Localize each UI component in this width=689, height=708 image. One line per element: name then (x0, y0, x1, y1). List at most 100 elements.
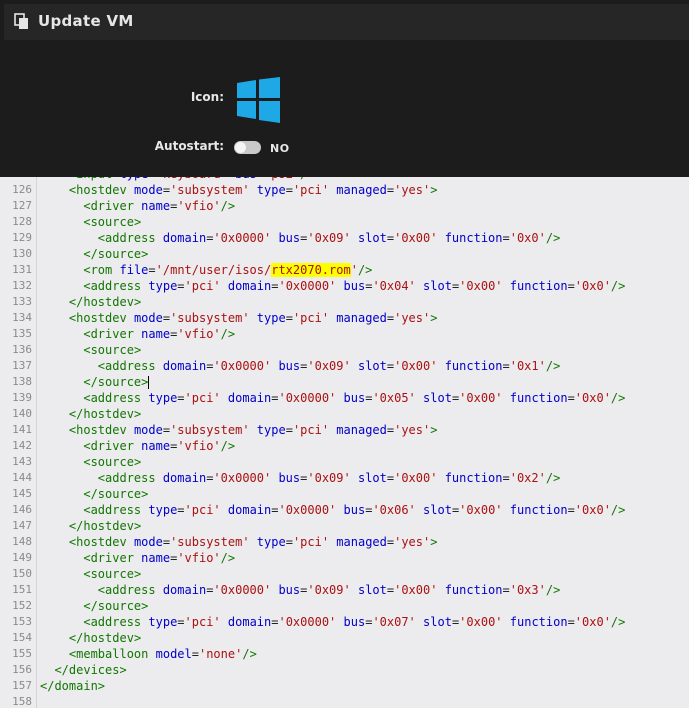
code-text: <address domain='0x0000' bus='0x09' slot… (97, 471, 561, 485)
code-line[interactable]: 140 </hostdev> (0, 406, 689, 422)
code-line[interactable]: 135 <driver name='vfio'/> (0, 326, 689, 342)
code-line[interactable]: 158 (0, 694, 689, 708)
code-text: <source> (83, 455, 142, 469)
line-number: 141 (12, 423, 32, 436)
code-line[interactable]: 143 <source> (0, 454, 689, 470)
code-text: <hostdev mode='subsystem' type='pci' man… (68, 535, 438, 549)
autostart-label: Autostart: (154, 139, 224, 153)
line-number: 136 (12, 343, 32, 356)
line-number: 146 (12, 503, 32, 516)
code-text: <address domain='0x0000' bus='0x09' slot… (97, 583, 561, 597)
windows-logo-icon[interactable] (237, 77, 280, 123)
code-line[interactable]: 154 </hostdev> (0, 630, 689, 646)
line-number: 137 (12, 359, 32, 372)
code-text: <driver name='vfio'/> (83, 199, 236, 213)
code-text: <rom file='/mnt/user/isos/rtx2070.rom'/> (83, 263, 373, 277)
code-text: <address type='pci' domain='0x0000' bus=… (83, 615, 626, 629)
code-line[interactable]: 141 <hostdev mode='subsystem' type='pci'… (0, 422, 689, 438)
code-text: </source> (83, 247, 149, 261)
line-number: 132 (12, 279, 32, 292)
code-lines: 125 <input type='keyboard' bus='ps2'/>12… (0, 177, 689, 708)
line-number: 128 (12, 215, 32, 228)
line-number: 129 (12, 231, 32, 244)
code-text: <address domain='0x0000' bus='0x09' slot… (97, 359, 561, 373)
code-line[interactable]: 156 </devices> (0, 662, 689, 678)
code-text: <driver name='vfio'/> (83, 439, 236, 453)
code-line[interactable]: 128 <source> (0, 214, 689, 230)
code-text: <hostdev mode='subsystem' type='pci' man… (68, 311, 438, 325)
code-line[interactable]: 144 <address domain='0x0000' bus='0x09' … (0, 470, 689, 486)
line-number: 156 (12, 663, 32, 676)
code-line[interactable]: 132 <address type='pci' domain='0x0000' … (0, 278, 689, 294)
line-number: 131 (12, 263, 32, 276)
code-text: <driver name='vfio'/> (83, 327, 236, 341)
code-line[interactable]: 134 <hostdev mode='subsystem' type='pci'… (0, 310, 689, 326)
code-text: <hostdev mode='subsystem' type='pci' man… (68, 423, 438, 437)
code-text: <hostdev mode='subsystem' type='pci' man… (68, 183, 438, 197)
line-number: 148 (12, 535, 32, 548)
code-line[interactable]: 137 <address domain='0x0000' bus='0x09' … (0, 358, 689, 374)
code-line[interactable]: 131 <rom file='/mnt/user/isos/rtx2070.ro… (0, 262, 689, 278)
code-text: </source> (83, 487, 149, 501)
code-text: </hostdev> (68, 631, 142, 645)
line-number: 126 (12, 183, 32, 196)
vm-settings-panel: Icon: Autostart: NO (4, 40, 689, 177)
line-number: 134 (12, 311, 32, 324)
code-text: <address type='pci' domain='0x0000' bus=… (83, 391, 626, 405)
code-text: <source> (83, 343, 142, 357)
code-text: </source> (83, 375, 150, 389)
line-number: 143 (12, 455, 32, 468)
line-number: 152 (12, 599, 32, 612)
code-line[interactable]: 142 <driver name='vfio'/> (0, 438, 689, 454)
code-text: <memballoon model='none'/> (68, 647, 257, 661)
code-line[interactable]: 147 </hostdev> (0, 518, 689, 534)
code-line[interactable]: 152 </source> (0, 598, 689, 614)
autostart-toggle[interactable] (234, 141, 261, 154)
code-text: </devices> (54, 663, 127, 677)
code-text: </hostdev> (68, 519, 142, 533)
line-number: 158 (12, 695, 32, 708)
line-number: 130 (12, 247, 32, 260)
code-text: <address type='pci' domain='0x0000' bus=… (83, 503, 626, 517)
code-line[interactable]: 157 </domain> (0, 678, 689, 694)
line-number: 127 (12, 199, 32, 212)
line-number: 144 (12, 471, 32, 484)
code-line[interactable]: 151 <address domain='0x0000' bus='0x09' … (0, 582, 689, 598)
code-line[interactable]: 133 </hostdev> (0, 294, 689, 310)
code-line[interactable]: 149 <driver name='vfio'/> (0, 550, 689, 566)
code-text: </hostdev> (68, 295, 142, 309)
line-number: 154 (12, 631, 32, 644)
line-number: 133 (12, 295, 32, 308)
line-number: 139 (12, 391, 32, 404)
code-line[interactable]: 126 <hostdev mode='subsystem' type='pci'… (0, 182, 689, 198)
xml-code-editor[interactable]: 125 <input type='keyboard' bus='ps2'/>12… (0, 177, 689, 708)
code-line[interactable]: 155 <memballoon model='none'/> (0, 646, 689, 662)
line-number: 151 (12, 583, 32, 596)
line-number: 135 (12, 327, 32, 340)
code-text: <address domain='0x0000' bus='0x09' slot… (97, 231, 561, 245)
code-line[interactable]: 153 <address type='pci' domain='0x0000' … (0, 614, 689, 630)
code-line[interactable]: 138 </source> (0, 374, 689, 390)
copy-icon (14, 13, 28, 29)
line-number: 145 (12, 487, 32, 500)
line-number: 150 (12, 567, 32, 580)
line-number: 153 (12, 615, 32, 628)
toggle-knob (235, 142, 246, 153)
window-header: Update VM (4, 4, 689, 40)
code-line[interactable]: 150 <source> (0, 566, 689, 582)
code-line[interactable]: 139 <address type='pci' domain='0x0000' … (0, 390, 689, 406)
code-text: </hostdev> (68, 407, 142, 421)
code-text: <source> (83, 215, 142, 229)
code-line[interactable]: 148 <hostdev mode='subsystem' type='pci'… (0, 534, 689, 550)
code-line[interactable]: 145 </source> (0, 486, 689, 502)
code-text: </source> (83, 599, 149, 613)
text-cursor (148, 376, 150, 389)
code-line[interactable]: 127 <driver name='vfio'/> (0, 198, 689, 214)
code-line[interactable]: 136 <source> (0, 342, 689, 358)
code-line[interactable]: 129 <address domain='0x0000' bus='0x09' … (0, 230, 689, 246)
code-line[interactable]: 146 <address type='pci' domain='0x0000' … (0, 502, 689, 518)
line-number: 149 (12, 551, 32, 564)
code-line[interactable]: 130 </source> (0, 246, 689, 262)
line-number: 155 (12, 647, 32, 660)
autostart-state: NO (270, 142, 290, 155)
